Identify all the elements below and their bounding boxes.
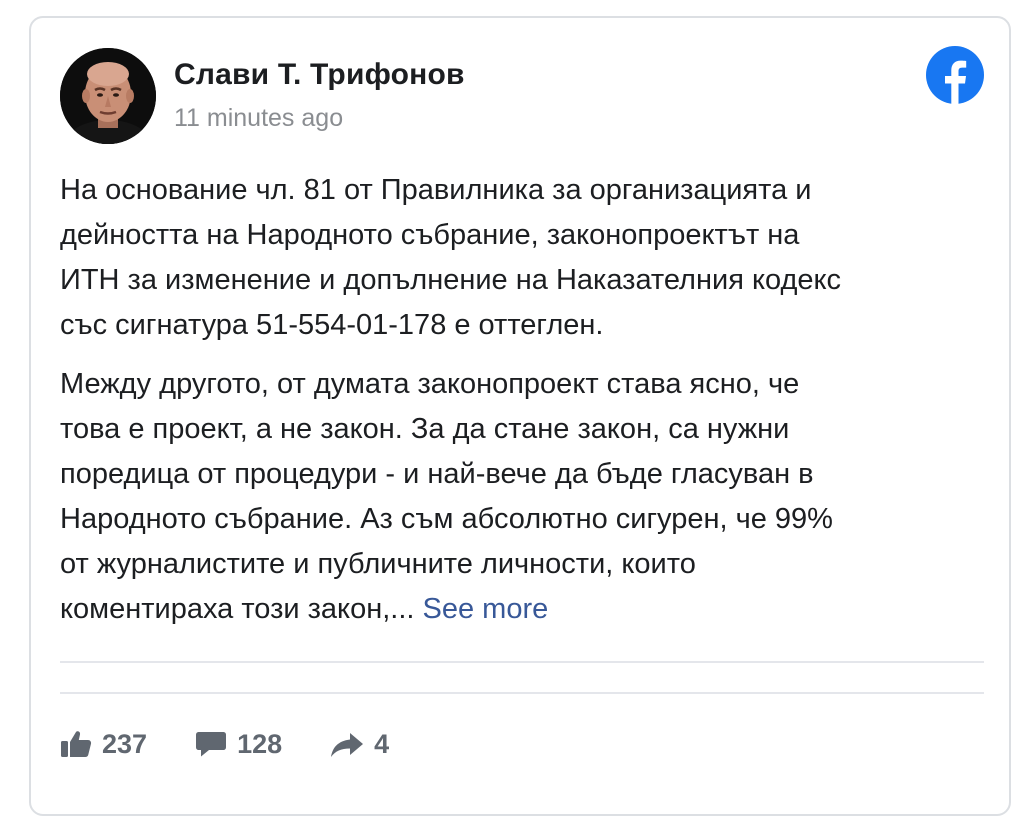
avatar-image: [60, 48, 156, 144]
post-paragraph: На основание чл. 81 от Правилника за орг…: [60, 174, 842, 341]
post-paragraph: Между другото, от думата законопроект ст…: [60, 362, 990, 632]
post-paragraph-text: Между другото, от думата законопроект ст…: [60, 368, 833, 625]
like-count: 237: [102, 728, 148, 759]
like-stat[interactable]: 237: [60, 729, 147, 760]
author-name[interactable]: Слави Т. Трифонов: [174, 58, 465, 92]
comment-stat[interactable]: 128: [195, 729, 282, 760]
facebook-logo-icon[interactable]: [926, 46, 984, 104]
avatar[interactable]: [60, 48, 156, 144]
post-timestamp[interactable]: 11 minutes ago: [174, 104, 343, 133]
comment-count: 128: [237, 728, 283, 759]
divider: [60, 661, 984, 663]
engagement-stats: 237 128 4: [60, 724, 437, 764]
post-body: На основание чл. 81 от Правилника за орг…: [60, 168, 990, 646]
share-stat[interactable]: 4: [330, 729, 389, 760]
post-card: Слави Т. Трифонов 11 minutes ago На осно…: [29, 16, 1011, 816]
share-arrow-icon: [331, 733, 364, 757]
comment-bubble-icon: [196, 732, 227, 757]
divider: [60, 692, 984, 694]
thumbs-up-icon: [61, 731, 92, 757]
share-count: 4: [374, 728, 390, 759]
see-more-link[interactable]: See more: [423, 593, 549, 625]
